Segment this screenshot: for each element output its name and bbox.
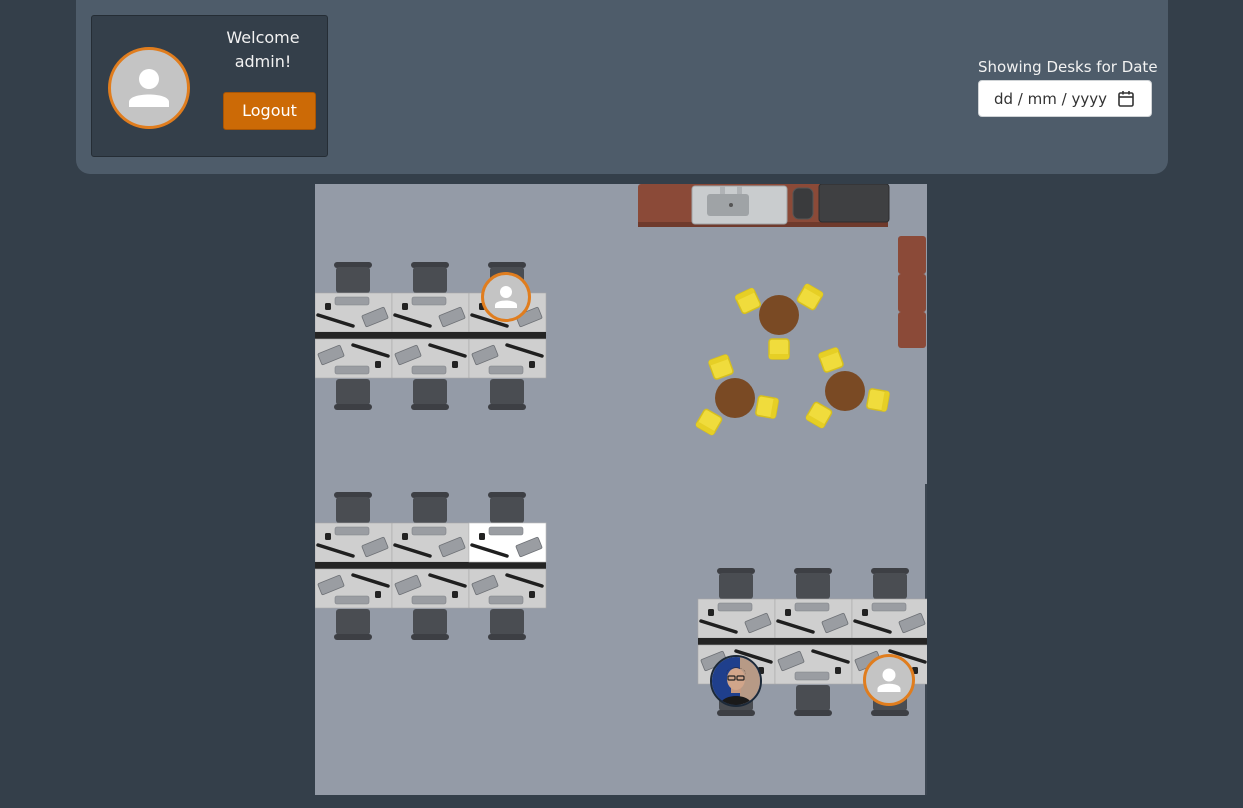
person-icon	[129, 69, 169, 107]
user-card: Welcome admin! Logout	[91, 15, 328, 157]
date-input[interactable]: dd / mm / yyyy	[978, 80, 1152, 117]
booked-desk-avatar[interactable]	[863, 654, 915, 706]
lounge-area	[694, 282, 891, 437]
welcome-message: Welcome admin!	[210, 26, 316, 74]
person-icon	[877, 668, 901, 692]
floor-plan	[315, 184, 927, 795]
desk-cluster-b[interactable]	[315, 492, 546, 640]
welcome-username: admin!	[234, 52, 292, 71]
user-photo	[712, 657, 760, 705]
user-photo-avatar[interactable]	[710, 655, 762, 707]
kitchen-counter	[638, 184, 890, 227]
person-icon	[495, 286, 517, 308]
side-cabinets	[898, 236, 926, 348]
logout-button[interactable]: Logout	[223, 92, 316, 130]
booked-desk-avatar[interactable]	[481, 272, 531, 322]
calendar-icon[interactable]	[1117, 90, 1135, 108]
floor-plan-drawing	[315, 184, 927, 795]
user-avatar	[108, 47, 190, 129]
date-filter-label: Showing Desks for Date	[978, 58, 1158, 76]
welcome-line-1: Welcome	[226, 28, 300, 47]
date-placeholder: dd / mm / yyyy	[994, 90, 1107, 108]
